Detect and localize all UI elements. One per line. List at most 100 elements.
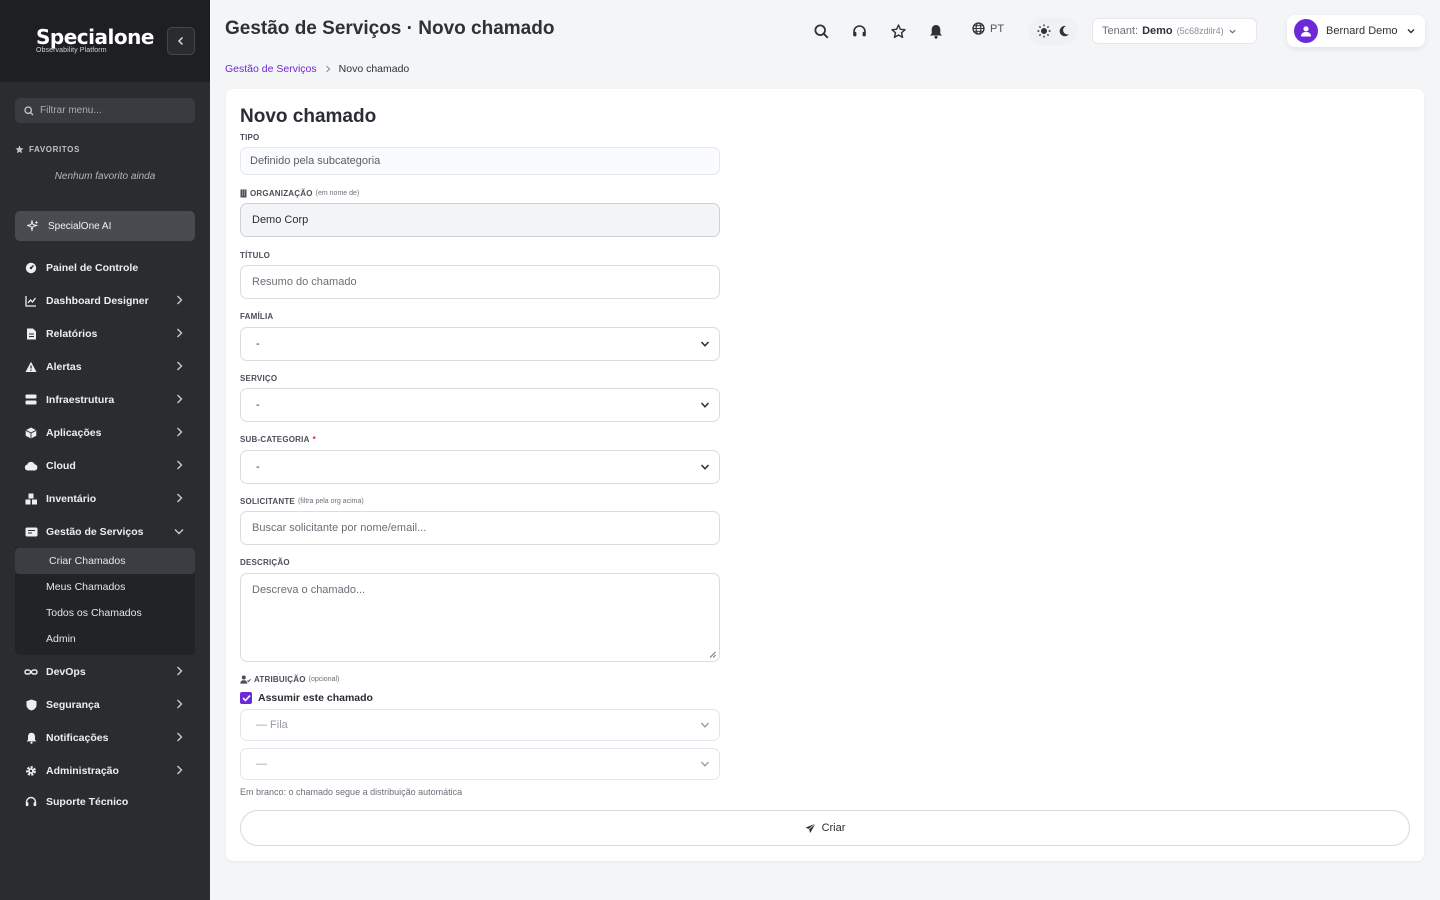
tenant-selector[interactable]: Tenant: Demo (5c68zdilr4)	[1092, 18, 1257, 44]
sidebar-item-devops[interactable]: DevOps	[15, 655, 195, 688]
servico-label: SERVIÇO	[240, 374, 277, 383]
assumir-checkbox[interactable]	[240, 692, 252, 704]
titulo-label-text: TÍTULO	[240, 251, 271, 260]
sidebar-item-cloud[interactable]: Cloud	[15, 449, 195, 482]
sidebar-nav: Painel de Controle Dashboard Designer Re…	[15, 251, 195, 817]
familia-label-text: FAMÍLIA	[240, 312, 274, 321]
chevron-right-icon	[177, 361, 183, 371]
titulo-input[interactable]: Resumo do chamado	[240, 265, 720, 299]
sidebar-item-label: Inventário	[46, 492, 97, 505]
resize-handle-icon[interactable]	[709, 651, 716, 658]
chevron-right-icon	[325, 65, 330, 73]
building-icon	[240, 189, 247, 198]
chevron-right-icon	[177, 427, 183, 437]
sidebar-item-label: Aplicações	[46, 426, 102, 439]
sidebar-item-seguranca[interactable]: Segurança	[15, 688, 195, 721]
document-icon	[24, 327, 38, 341]
theme-toggle[interactable]	[1028, 17, 1078, 45]
chevron-right-icon	[177, 295, 183, 305]
logo-text: Specialone	[36, 25, 154, 49]
assumir-checkbox-row[interactable]: Assumir este chamado	[240, 692, 373, 704]
tenant-name: Demo	[1142, 25, 1173, 37]
servico-select[interactable]: -	[240, 388, 720, 422]
sidebar-item-aplicacoes[interactable]: Aplicações	[15, 416, 195, 449]
sidebar-item-alertas[interactable]: Alertas	[15, 350, 195, 383]
dashboard-gauge-icon	[24, 261, 38, 275]
sidebar-item-label: Segurança	[46, 698, 100, 711]
boxes-icon	[24, 492, 38, 506]
infinity-icon	[24, 665, 38, 679]
notifications-button[interactable]	[926, 21, 946, 41]
assignment-help-text: Em branco: o chamado segue a distribuiçã…	[240, 787, 463, 797]
sidebar-item-label: Cloud	[46, 459, 76, 472]
sidebar-item-administracao[interactable]: Administração	[15, 754, 195, 787]
atribuicao-hint: (opcional)	[308, 676, 340, 683]
sidebar-item-notificacoes[interactable]: Notificações	[15, 721, 195, 754]
chevron-down-icon	[700, 761, 710, 767]
familia-select[interactable]: -	[240, 327, 720, 361]
submenu-meus-chamados[interactable]: Meus Chamados	[15, 574, 195, 600]
atribuicao-label-text: ATRIBUIÇÃO	[254, 675, 306, 684]
required-marker: *	[312, 435, 316, 444]
bell-icon	[24, 731, 38, 745]
star-icon	[890, 23, 906, 38]
user-menu[interactable]: Bernard Demo	[1287, 15, 1425, 47]
sidebar-item-gestao-de-servicos[interactable]: Gestão de Serviços	[15, 515, 195, 548]
collapse-sidebar-button[interactable]	[167, 27, 195, 55]
familia-label: FAMÍLIA	[240, 312, 273, 321]
tipo-field: Definido pela subcategoria	[240, 147, 720, 175]
chevron-right-icon	[177, 666, 183, 676]
cloud-icon	[24, 459, 38, 473]
tenant-label: Tenant:	[1102, 25, 1139, 37]
chart-line-icon	[24, 294, 38, 308]
tipo-label: TIPO	[240, 133, 259, 142]
organizacao-hint: (em nome de)	[315, 190, 360, 197]
search-icon	[813, 23, 828, 38]
subcategoria-label: SUB-CATEGORIA *	[240, 435, 316, 444]
sidebar: Specialone Observability Platform FAVORI…	[0, 0, 210, 900]
create-ticket-button[interactable]: Criar	[240, 810, 1410, 846]
specialone-ai-label: SpecialOne AI	[48, 220, 112, 232]
servico-select-value: -	[256, 399, 260, 411]
menu-filter-input[interactable]	[40, 105, 185, 116]
solicitante-search-input[interactable]: Buscar solicitante por nome/email...	[240, 511, 720, 545]
submenu-admin[interactable]: Admin	[15, 626, 195, 652]
sidebar-item-label: Painel de Controle	[46, 261, 139, 274]
moon-icon[interactable]	[1058, 25, 1070, 37]
fila-select[interactable]: — Fila	[240, 709, 720, 741]
organizacao-field[interactable]: Demo Corp	[240, 203, 720, 237]
sidebar-item-suporte-tecnico[interactable]: Suporte Técnico	[15, 787, 195, 817]
search-button[interactable]	[811, 21, 831, 41]
submenu-criar-chamados[interactable]: Criar Chamados	[15, 548, 195, 574]
sun-icon[interactable]	[1037, 24, 1051, 38]
logo[interactable]: Specialone Observability Platform	[36, 26, 154, 54]
assumir-label: Assumir este chamado	[258, 692, 373, 704]
language-selector[interactable]: PT	[972, 22, 1004, 35]
avatar	[1294, 19, 1318, 43]
descricao-textarea[interactable]: Descreva o chamado...	[240, 573, 720, 662]
sidebar-item-inventario[interactable]: Inventário	[15, 482, 195, 515]
specialone-ai-button[interactable]: SpecialOne AI	[15, 211, 195, 241]
sidebar-item-painel-de-controle[interactable]: Painel de Controle	[15, 251, 195, 284]
user-name: Bernard Demo	[1326, 25, 1398, 37]
menu-filter[interactable]	[15, 98, 195, 123]
support-button[interactable]	[849, 21, 869, 41]
favorites-button[interactable]	[888, 21, 908, 41]
sidebar-item-label: Infraestrutura	[46, 393, 115, 406]
sidebar-header: Specialone Observability Platform	[0, 0, 210, 82]
chevron-right-icon	[177, 460, 183, 470]
chevron-left-icon	[177, 36, 184, 46]
bell-icon	[930, 24, 942, 39]
submenu-todos-os-chamados[interactable]: Todos os Chamados	[15, 600, 195, 626]
chevron-down-icon	[700, 464, 710, 470]
organizacao-label: ORGANIZAÇÃO (em nome de)	[240, 189, 359, 198]
tipo-label-text: TIPO	[240, 133, 260, 142]
breadcrumb-link-gestao[interactable]: Gestão de Serviços	[225, 63, 317, 75]
subcategoria-select[interactable]: -	[240, 450, 720, 484]
sidebar-item-infraestrutura[interactable]: Infraestrutura	[15, 383, 195, 416]
sidebar-item-dashboard-designer[interactable]: Dashboard Designer	[15, 284, 195, 317]
agent-select[interactable]: —	[240, 748, 720, 780]
sidebar-item-label: Administração	[46, 764, 119, 777]
sidebar-item-relatorios[interactable]: Relatórios	[15, 317, 195, 350]
atribuicao-label: ATRIBUIÇÃO (opcional)	[240, 675, 339, 684]
